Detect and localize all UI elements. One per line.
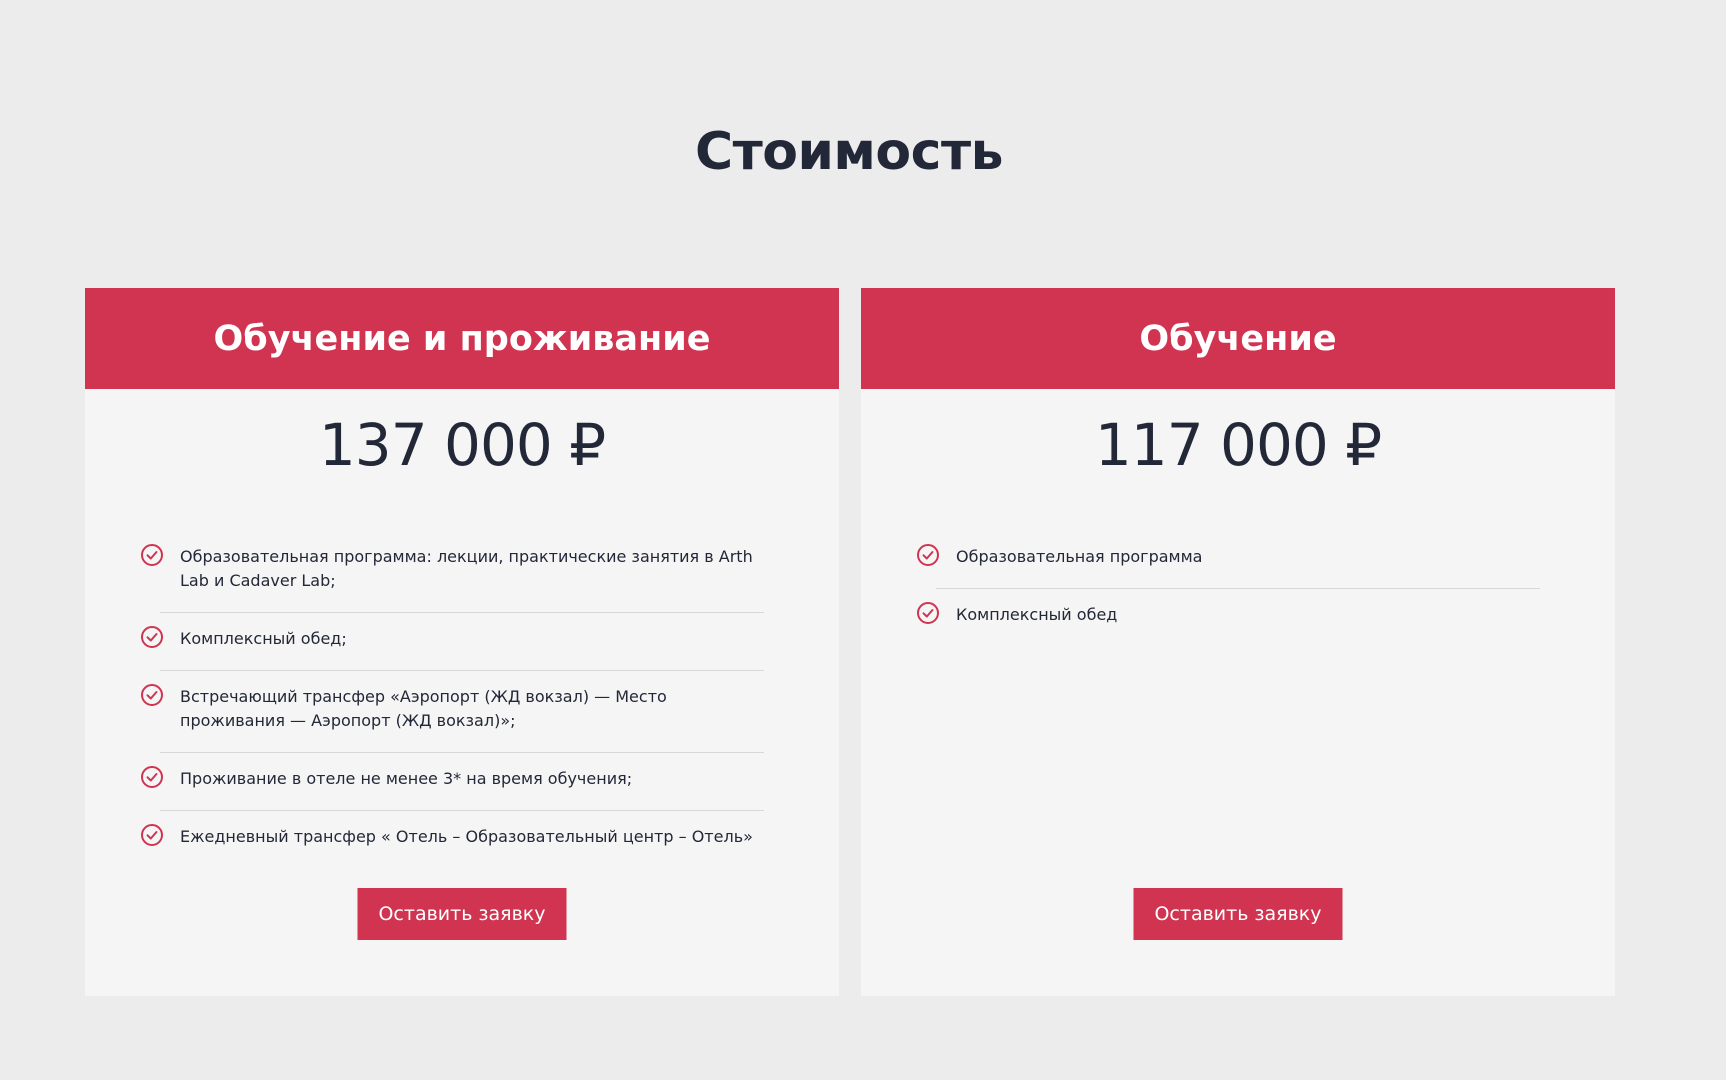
pricing-card-training: Обучение 117 000 ₽ Образовательная прогр… bbox=[861, 288, 1615, 996]
check-circle-icon bbox=[141, 766, 163, 788]
feature-text: Ежедневный трансфер « Отель – Образовате… bbox=[180, 827, 753, 846]
feature-text: Комплексный обед; bbox=[180, 629, 347, 648]
check-circle-icon bbox=[141, 684, 163, 706]
feature-text: Комплексный обед bbox=[956, 605, 1118, 624]
pricing-card-training-accommodation: Обучение и проживание 137 000 ₽ Образова… bbox=[85, 288, 839, 996]
card-header: Обучение и проживание bbox=[85, 288, 839, 389]
feature-text: Проживание в отеле не менее 3* на время … bbox=[180, 769, 633, 788]
feature-item: Встречающий трансфер «Аэропорт (ЖД вокза… bbox=[141, 671, 764, 753]
feature-item: Комплексный обед bbox=[917, 589, 1540, 646]
feature-text: Образовательная программа bbox=[956, 547, 1203, 566]
feature-text: Образовательная программа: лекции, практ… bbox=[180, 547, 753, 590]
feature-list: Образовательная программа: лекции, практ… bbox=[85, 531, 839, 868]
feature-text: Встречающий трансфер «Аэропорт (ЖД вокза… bbox=[180, 687, 667, 730]
feature-item: Проживание в отеле не менее 3* на время … bbox=[141, 753, 764, 811]
check-circle-icon bbox=[917, 544, 939, 566]
feature-item: Образовательная программа bbox=[917, 531, 1540, 589]
card-header: Обучение bbox=[861, 288, 1615, 389]
card-price: 117 000 ₽ bbox=[1094, 411, 1382, 479]
check-circle-icon bbox=[141, 626, 163, 648]
section-title: Стоимость bbox=[694, 122, 1004, 182]
feature-item: Ежедневный трансфер « Отель – Образовате… bbox=[141, 811, 764, 868]
submit-request-button[interactable]: Оставить заявку bbox=[357, 888, 567, 940]
check-circle-icon bbox=[141, 824, 163, 846]
card-price: 137 000 ₽ bbox=[318, 411, 606, 479]
check-circle-icon bbox=[141, 544, 163, 566]
feature-item: Комплексный обед; bbox=[141, 613, 764, 671]
feature-list: Образовательная программа Комплексный об… bbox=[861, 531, 1615, 646]
check-circle-icon bbox=[917, 602, 939, 624]
feature-item: Образовательная программа: лекции, практ… bbox=[141, 531, 764, 613]
submit-request-button[interactable]: Оставить заявку bbox=[1133, 888, 1343, 940]
